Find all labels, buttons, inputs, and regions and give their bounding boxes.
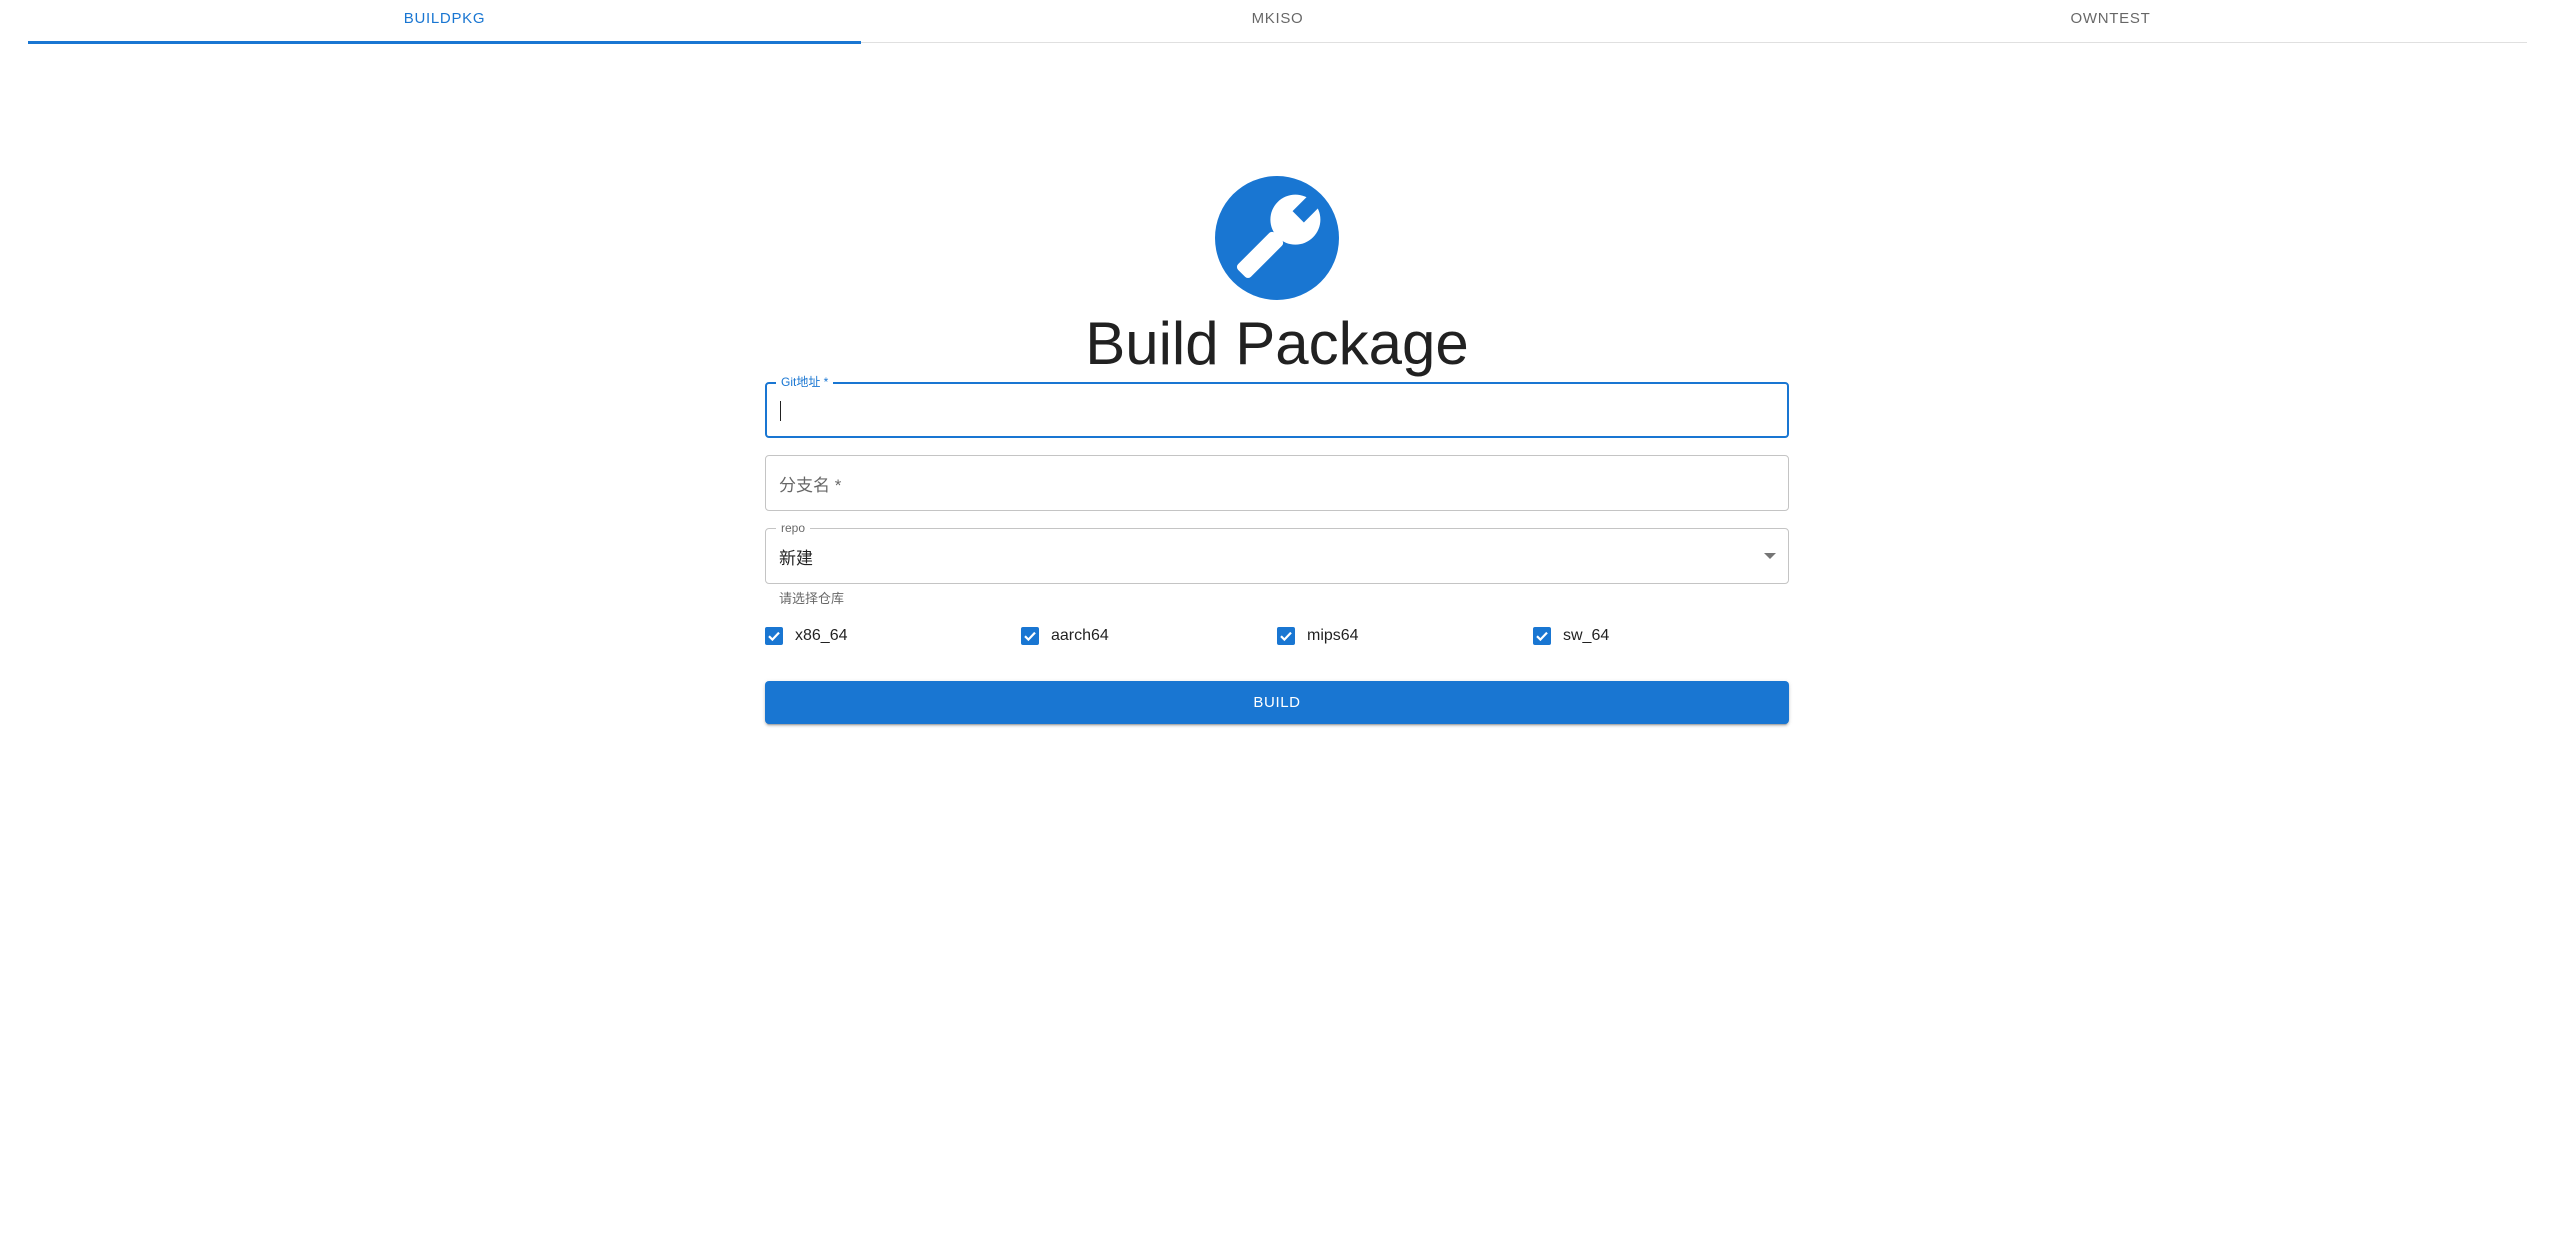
checkbox-checked-icon[interactable] [1021, 627, 1039, 645]
page-title: Build Package [1085, 310, 1469, 377]
tab-owntest[interactable]: OWNTEST [1694, 0, 2527, 42]
checkbox-checked-icon[interactable] [1533, 627, 1551, 645]
repo-selected-value: 新建 [779, 548, 813, 568]
build-button[interactable]: BUILD [765, 681, 1789, 724]
checkbox-aarch64[interactable]: aarch64 [1021, 624, 1277, 648]
checkbox-label: sw_64 [1563, 627, 1610, 644]
text-cursor [780, 401, 781, 421]
git-url-label: Git地址 * [776, 373, 834, 391]
checkbox-label: x86_64 [795, 627, 848, 644]
checkbox-checked-icon[interactable] [765, 627, 783, 645]
branch-placeholder: 分支名 * [779, 475, 842, 495]
build-package-form: Build Package Git地址 * 分支名 * repo 新建 请选择仓… [765, 176, 1789, 724]
checkbox-label: mips64 [1307, 627, 1359, 644]
tab-buildpkg[interactable]: BUILDPKG [28, 0, 861, 44]
git-url-field[interactable]: Git地址 * [765, 373, 1789, 438]
architecture-checkboxes: x86_64 aarch64 mips64 sw_64 [765, 624, 1789, 648]
tab-bar: BUILDPKG MKISO OWNTEST [28, 0, 2527, 44]
checkbox-mips64[interactable]: mips64 [1277, 624, 1533, 648]
repo-select[interactable]: repo 新建 [765, 519, 1789, 584]
wrench-icon [1215, 176, 1339, 300]
checkbox-x86-64[interactable]: x86_64 [765, 624, 1021, 648]
checkbox-sw-64[interactable]: sw_64 [1533, 624, 1789, 648]
branch-field[interactable]: 分支名 * [765, 455, 1789, 511]
checkbox-label: aarch64 [1051, 627, 1109, 644]
dropdown-arrow-icon[interactable] [1764, 553, 1776, 559]
tab-mkiso[interactable]: MKISO [861, 0, 1694, 42]
repo-helper-text: 请选择仓库 [779, 591, 845, 606]
checkbox-checked-icon[interactable] [1277, 627, 1295, 645]
